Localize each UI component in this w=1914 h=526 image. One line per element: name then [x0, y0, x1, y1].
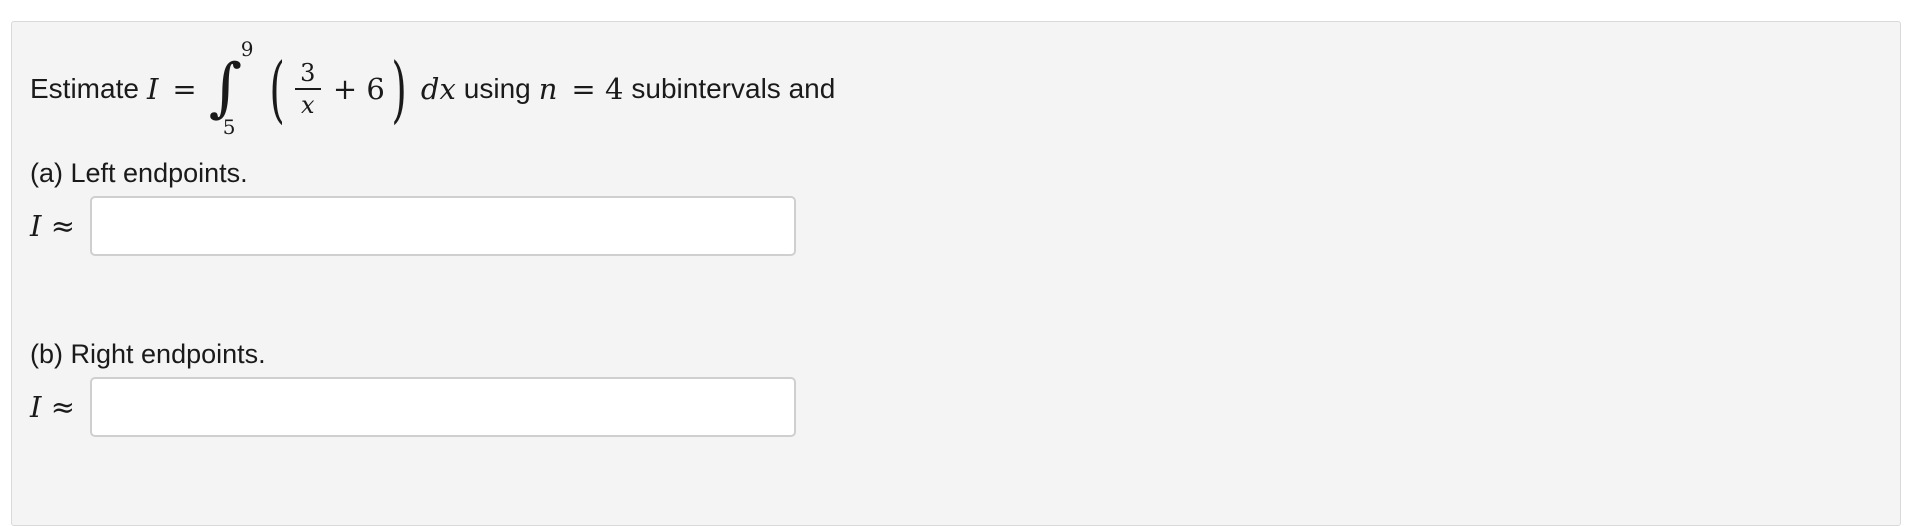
using-text: using	[463, 73, 531, 104]
lower-limit: 5	[222, 115, 236, 139]
upper-limit: 9	[240, 37, 254, 61]
part-a-label: (a) Left endpoints.	[30, 158, 248, 188]
n-value: = 4	[571, 72, 624, 106]
part-a-row: I ≈	[30, 196, 796, 256]
differential: dx	[420, 72, 456, 106]
part-b-row: I ≈	[30, 377, 796, 437]
integral-variable: I	[146, 72, 159, 106]
right-paren: )	[391, 47, 407, 131]
fraction-numerator: 3	[300, 59, 316, 88]
part-a-approx-label: I ≈	[30, 209, 75, 243]
left-paren: (	[269, 47, 285, 131]
question-panel: Estimate I = ∫ 9 5 ( 3 x + 6 ) dx using …	[11, 21, 1901, 526]
equals-sign: =	[172, 72, 197, 106]
plus-constant: + 6	[332, 72, 385, 106]
part-a-answer-input[interactable]	[90, 196, 796, 256]
part-b-approx-label: I ≈	[30, 390, 75, 424]
integral-sign: ∫ 9 5	[208, 37, 254, 139]
part-b-label: (b) Right endpoints.	[30, 339, 266, 369]
part-b-answer-input[interactable]	[90, 377, 796, 437]
problem-prefix: Estimate	[30, 73, 139, 104]
fraction-denominator: x	[301, 90, 315, 119]
problem-suffix: subintervals and	[631, 73, 836, 104]
n-variable: n	[538, 72, 558, 106]
fraction: 3 x	[294, 59, 321, 119]
problem-statement: Estimate I = ∫ 9 5 ( 3 x + 6 ) dx using …	[30, 37, 836, 139]
